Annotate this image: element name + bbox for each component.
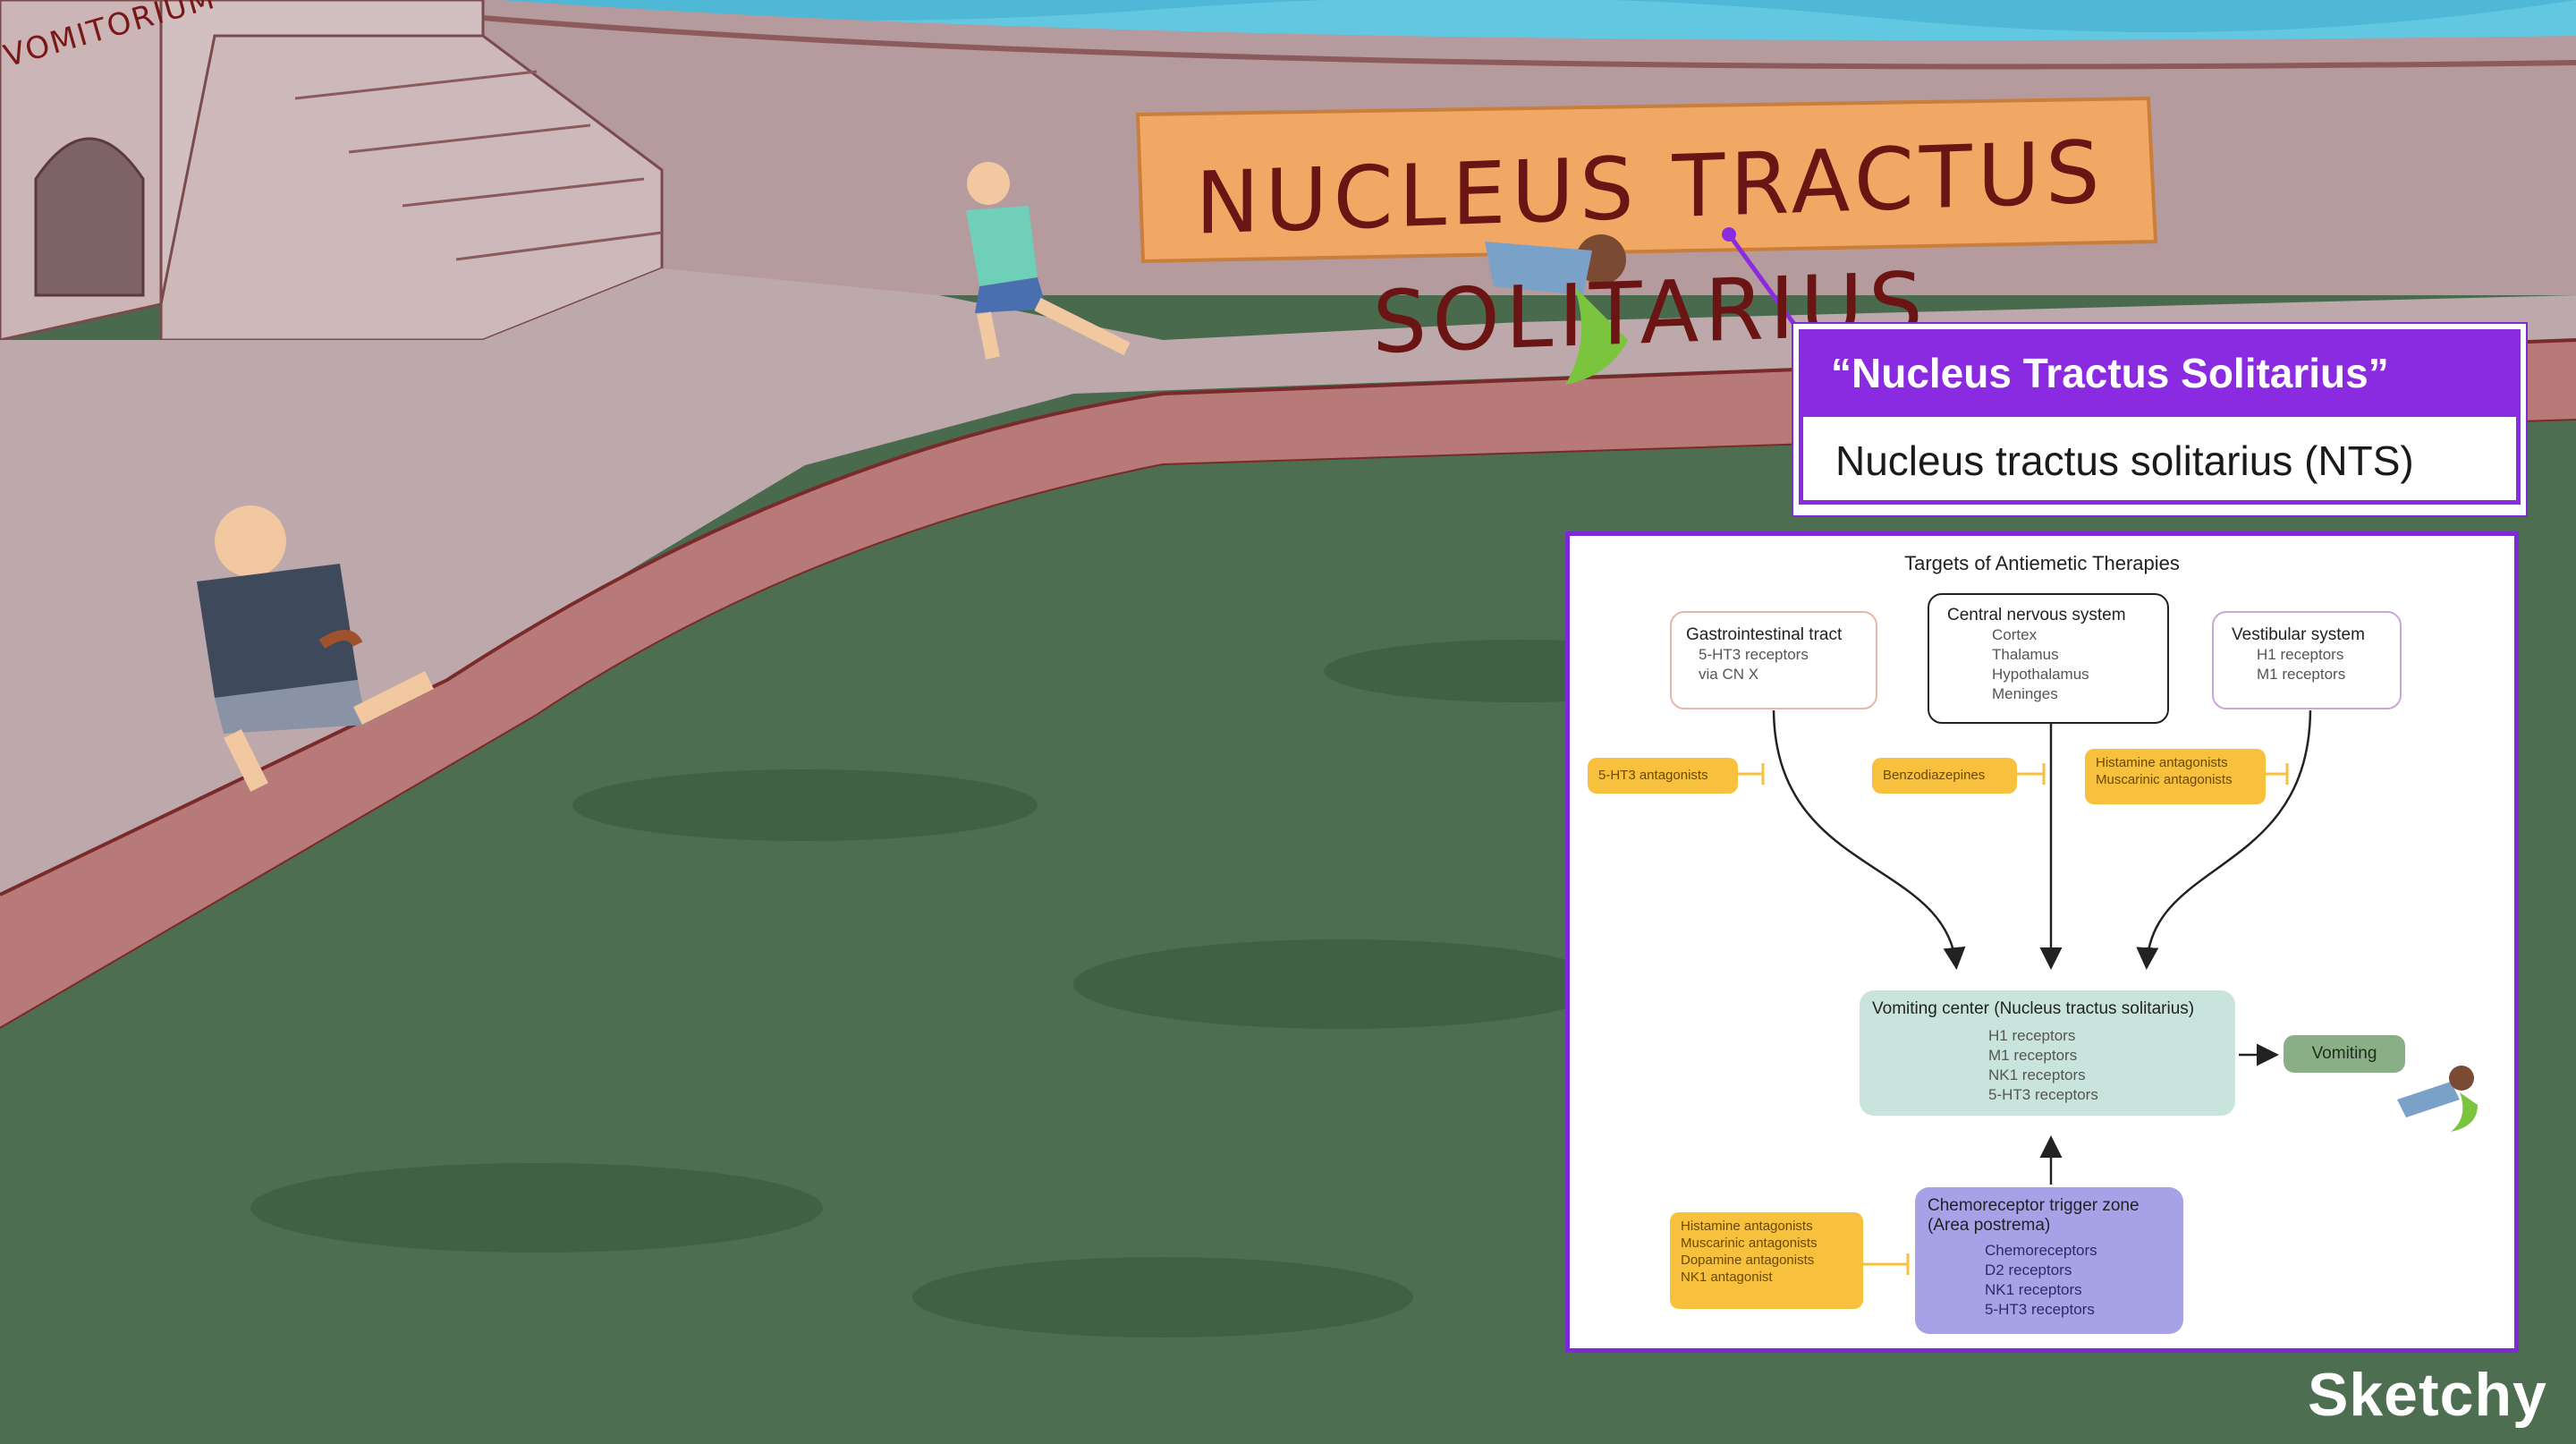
vomiting-box: Vomiting [2284,1035,2405,1073]
cns-line-3: Hypothalamus [1992,666,2089,683]
callout-mnemonic: “Nucleus Tractus Solitarius” [1799,329,2521,417]
antiemetic-diagram-panel: Targets of Antiemetic Therapies Gastroin… [1565,531,2519,1353]
drug-vest-line-2: Muscarinic antagonists [2096,772,2233,787]
drug-ctz-line-2: Muscarinic antagonists [1681,1236,1818,1251]
cns-title: Central nervous system [1947,606,2126,624]
inhibit-ctz [1856,1253,1910,1275]
drug-ctz-line-4: NK1 antagonist [1681,1270,1773,1285]
gi-line-2: via CN X [1699,666,1759,683]
ctz-title-1: Chemoreceptor trigger zone [1928,1196,2140,1215]
vc-line-2: M1 receptors [1988,1047,2078,1064]
drug-5ht3-antagonists: 5-HT3 antagonists [1588,758,1738,794]
drug-vestibular-antagonists: Histamine antagonists Muscarinic antagon… [2085,749,2266,804]
vomiting-figure-icon [2397,1066,2478,1132]
ctz-line-2: D2 receptors [1985,1261,2072,1278]
ctz-title-2: (Area postrema) [1928,1216,2051,1235]
drug-benzodiazepines: Benzodiazepines [1872,758,2017,794]
cns-line-2: Thalamus [1992,646,2059,663]
cns-box: Central nervous system Cortex Thalamus H… [1928,593,2169,724]
sketchy-logo: Sketchy [2308,1361,2547,1429]
ctz-line-3: NK1 receptors [1985,1281,2082,1298]
drug-vest-line-1: Histamine antagonists [2096,755,2228,770]
cns-line-4: Meninges [1992,685,2058,702]
gi-line-1: 5-HT3 receptors [1699,646,1809,663]
cns-line-1: Cortex [1992,626,2038,643]
vc-line-4: 5-HT3 receptors [1988,1086,2098,1103]
ctz-box: Chemoreceptor trigger zone (Area postrem… [1915,1187,2183,1334]
ctz-line-4: 5-HT3 receptors [1985,1301,2095,1318]
gi-tract-box: Gastrointestinal tract 5-HT3 receptors v… [1670,611,1877,709]
vomiting-center-title: Vomiting center (Nucleus tractus solitar… [1872,999,2195,1018]
drug-ctz-line-1: Histamine antagonists [1681,1219,1813,1234]
ctz-line-1: Chemoreceptors [1985,1242,2097,1259]
gi-title: Gastrointestinal tract [1686,625,1843,644]
vomiting-center-box: Vomiting center (Nucleus tractus solitar… [1860,990,2235,1116]
vestibular-line-2: M1 receptors [2257,666,2346,683]
drug-ctz-antagonists: Histamine antagonists Muscarinic antagon… [1670,1212,1863,1309]
vestibular-box: Vestibular system H1 receptors M1 recept… [2212,611,2402,709]
diagram-title: Targets of Antiemetic Therapies [1904,552,2180,574]
vestibular-line-1: H1 receptors [2257,646,2344,663]
drug-ctz-line-3: Dopamine antagonists [1681,1253,1815,1268]
callout-term: Nucleus tractus solitarius (NTS) [1799,417,2521,505]
vc-line-1: H1 receptors [1988,1027,2076,1044]
vc-line-3: NK1 receptors [1988,1066,2086,1083]
vestibular-title: Vestibular system [2232,625,2365,644]
mnemonic-callout: “Nucleus Tractus Solitarius” Nucleus tra… [1793,324,2526,515]
arrow-gi-to-center [1772,709,1966,970]
